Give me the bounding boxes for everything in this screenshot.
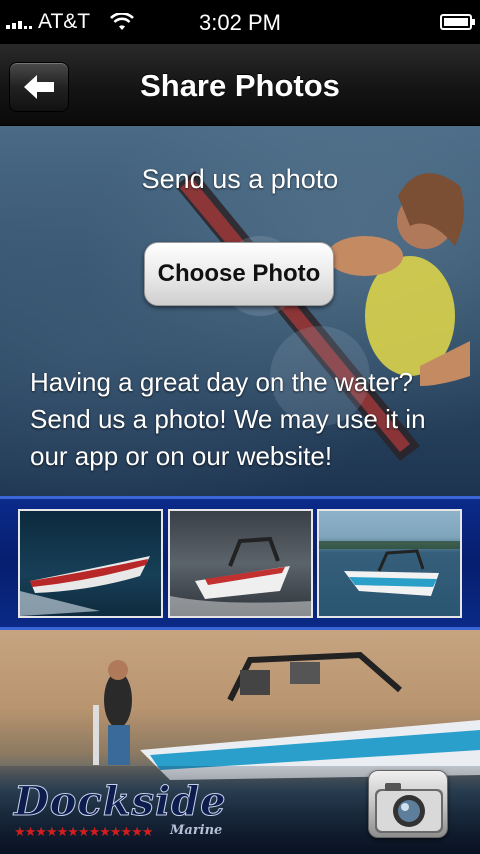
boat-photo-3[interactable] (317, 509, 462, 618)
boat-photo-2[interactable] (168, 509, 313, 618)
camera-button[interactable] (368, 770, 448, 838)
battery-icon (440, 14, 475, 30)
boat-photo-1[interactable] (18, 509, 163, 618)
boat-photo-2-image (170, 536, 311, 616)
status-bar: AT&T 3:02 PM (0, 0, 480, 44)
hero-section: Send us a photo Choose Photo Having a gr… (0, 126, 480, 496)
clock: 3:02 PM (199, 10, 281, 35)
camera-icon (375, 783, 443, 833)
hero-description: Having a great day on the water? Send us… (30, 367, 426, 471)
choose-photo-button[interactable]: Choose Photo (144, 242, 334, 306)
navigation-bar: Share Photos (0, 44, 480, 126)
hero-heading: Send us a photo (141, 164, 339, 194)
photo-thumbnail-strip (0, 496, 480, 630)
boat-photo-1-image (20, 556, 150, 616)
logo-subtitle: Marine (170, 823, 223, 838)
dockside-logo: Dockside (14, 778, 227, 826)
page-title: Share Photos (140, 68, 340, 103)
boat-photo-3-image (319, 541, 460, 596)
logo-stars: ★★★★★★★★★★★★★ (14, 824, 154, 839)
dockside-banner: Dockside ★★★★★★★★★★★★★ Marine (0, 630, 480, 854)
